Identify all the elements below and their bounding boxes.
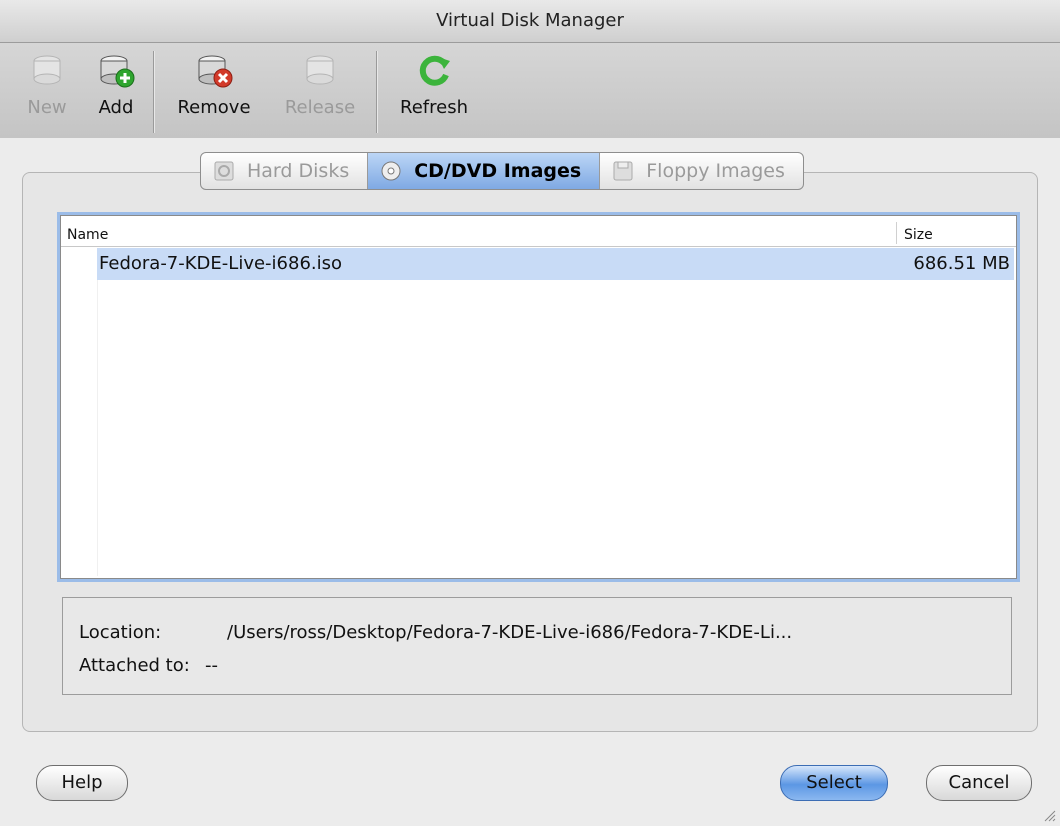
cancel-button[interactable]: Cancel [926,765,1032,801]
media-list[interactable]: Name Size Fedora-7-KDE-Live-i686.iso 686… [60,215,1017,579]
list-item[interactable]: Fedora-7-KDE-Live-i686.iso 686.51 MB [97,248,1014,280]
remove-disk-icon [198,55,233,88]
help-button[interactable]: Help [36,765,128,801]
floppy-icon [613,161,633,181]
location-label: Location: [79,622,162,643]
list-header: Name Size [61,216,1016,247]
refresh-button[interactable]: Refresh [392,51,476,118]
media-name: Fedora-7-KDE-Live-i686.iso [99,253,343,274]
window-title: Virtual Disk Manager [0,0,1060,43]
hard-disk-icon [214,161,234,181]
attached-to-label: Attached to: [79,655,190,676]
column-header-size[interactable]: Size [904,227,933,243]
new-disk-icon [33,55,61,85]
media-size: 686.51 MB [913,253,1010,274]
select-button[interactable]: Select [780,765,888,801]
remove-button[interactable]: Remove [170,51,258,118]
column-header-name[interactable]: Name [67,227,108,243]
tree-guide [97,280,98,576]
refresh-label: Refresh [400,97,468,118]
refresh-icon [419,55,450,86]
add-label: Add [98,97,134,118]
tab-floppy-images[interactable]: Floppy Images [600,153,803,189]
cd-icon [381,161,401,181]
tab-label: Floppy Images [646,160,785,182]
column-divider [896,222,897,244]
tab-label: Hard Disks [247,160,350,182]
toolbar-separator [153,51,154,133]
new-label: New [27,97,67,118]
attached-to-value: -- [205,655,218,676]
add-disk-icon [100,55,135,88]
new-button[interactable]: New [22,51,72,118]
tab-cd-dvd-images[interactable]: CD/DVD Images [368,153,601,189]
resize-grip-icon[interactable] [1042,808,1056,822]
release-disk-icon [306,55,334,85]
remove-label: Remove [177,97,251,118]
tab-label: CD/DVD Images [414,160,582,182]
media-tab-bar: Hard Disks CD/DVD Images Floppy Images [200,152,804,190]
add-button[interactable]: Add [90,51,142,118]
location-value: /Users/ross/Desktop/Fedora-7-KDE-Live-i6… [227,622,793,643]
media-info-panel: Location: /Users/ross/Desktop/Fedora-7-K… [62,597,1012,695]
tab-hard-disks[interactable]: Hard Disks [201,153,369,189]
toolbar: New Add Remove Release Refresh [0,43,1060,138]
toolbar-separator [376,51,377,133]
release-button[interactable]: Release [278,51,362,118]
release-label: Release [284,97,356,118]
